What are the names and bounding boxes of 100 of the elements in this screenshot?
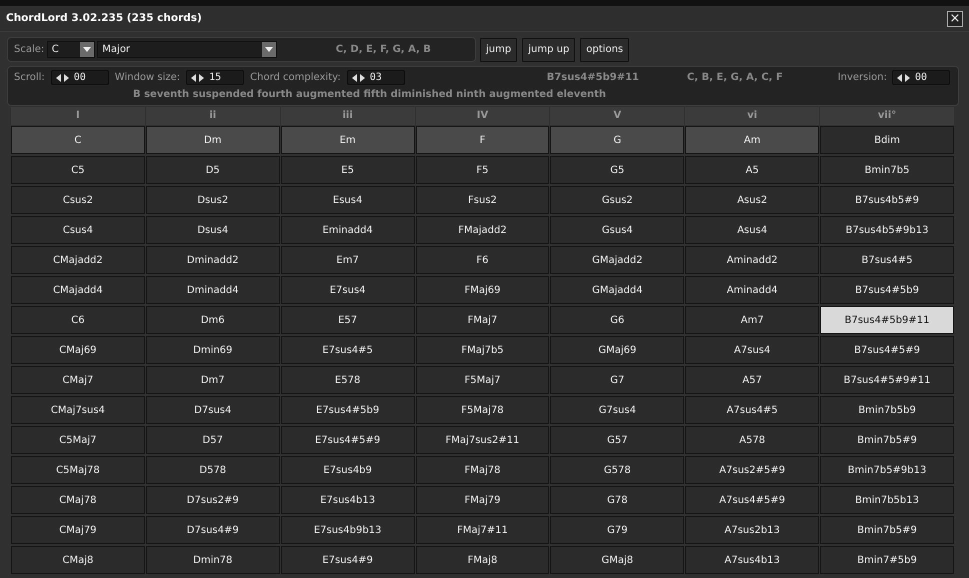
- chord-button[interactable]: D57: [146, 426, 280, 454]
- chord-button[interactable]: FMaj78: [416, 456, 550, 484]
- chord-button[interactable]: A578: [685, 426, 820, 454]
- chord-button[interactable]: C: [11, 126, 145, 154]
- chord-button[interactable]: G7: [550, 366, 684, 394]
- spin-arrows-icon[interactable]: [56, 74, 69, 82]
- chord-button[interactable]: E57: [280, 306, 415, 334]
- inversion-spinner[interactable]: 00: [892, 70, 950, 85]
- chord-button[interactable]: B7sus4#5#9#11: [820, 366, 954, 394]
- chord-button[interactable]: E7sus4b9: [280, 456, 415, 484]
- spin-arrows-icon[interactable]: [352, 74, 365, 82]
- chord-button[interactable]: B7sus4#5b9#11: [820, 306, 954, 334]
- chord-button[interactable]: GMajadd2: [550, 246, 684, 274]
- chord-button[interactable]: CMaj7: [11, 366, 145, 394]
- chord-button[interactable]: Bmin7b5b9: [820, 396, 954, 424]
- chord-button[interactable]: Csus2: [11, 186, 145, 214]
- chord-button[interactable]: A5: [685, 156, 820, 184]
- chord-button[interactable]: A7sus2b13: [685, 516, 820, 544]
- toolbar-button[interactable]: options: [580, 38, 630, 62]
- chord-button[interactable]: E7sus4b13: [280, 486, 415, 514]
- chord-button[interactable]: D7sus4: [146, 396, 280, 424]
- control-spinner[interactable]: 15: [186, 70, 244, 85]
- toolbar-button[interactable]: jump up: [522, 38, 576, 62]
- chord-button[interactable]: E7sus4#5b9: [280, 396, 415, 424]
- chord-button[interactable]: D7sus4#9: [146, 516, 280, 544]
- chord-button[interactable]: E5: [280, 156, 415, 184]
- chord-button[interactable]: Dsus2: [146, 186, 280, 214]
- spin-arrows-icon[interactable]: [191, 74, 204, 82]
- chord-button[interactable]: Em: [280, 126, 415, 154]
- chord-button[interactable]: B7sus4b5#9b13: [820, 216, 954, 244]
- chord-button[interactable]: Bmin7b5#9b13: [820, 456, 954, 484]
- chord-button[interactable]: Dmin69: [146, 336, 280, 364]
- chord-button[interactable]: A57: [685, 366, 820, 394]
- chord-button[interactable]: B7sus4#5: [820, 246, 954, 274]
- chord-button[interactable]: F5: [416, 156, 550, 184]
- chord-button[interactable]: A7sus4#5#9: [685, 486, 820, 514]
- chord-button[interactable]: Bmin7b5b13: [820, 486, 954, 514]
- chord-button[interactable]: FMaj7: [416, 306, 550, 334]
- spin-arrows-icon[interactable]: [897, 74, 910, 82]
- chord-button[interactable]: F: [416, 126, 550, 154]
- chord-button[interactable]: Asus4: [685, 216, 820, 244]
- chord-button[interactable]: Am7: [685, 306, 820, 334]
- control-spinner[interactable]: 03: [346, 70, 405, 85]
- chord-button[interactable]: A7sus2#5#9: [685, 456, 820, 484]
- chord-button[interactable]: F5Maj7: [416, 366, 550, 394]
- chord-button[interactable]: Dminadd2: [146, 246, 280, 274]
- chord-button[interactable]: Gsus4: [550, 216, 684, 244]
- chord-button[interactable]: FMaj7#11: [416, 516, 550, 544]
- chord-button[interactable]: F5Maj78: [416, 396, 550, 424]
- chord-button[interactable]: CMajadd2: [11, 246, 145, 274]
- chord-button[interactable]: Esus4: [280, 186, 415, 214]
- chord-button[interactable]: B7sus4#5b9: [820, 276, 954, 304]
- chord-button[interactable]: GMajadd4: [550, 276, 684, 304]
- control-spinner[interactable]: 00: [50, 70, 109, 85]
- root-dropdown[interactable]: C: [46, 41, 95, 58]
- chord-button[interactable]: C5Maj78: [11, 456, 145, 484]
- chord-button[interactable]: E578: [280, 366, 415, 394]
- chord-button[interactable]: E7sus4#5#9: [280, 426, 415, 454]
- chord-button[interactable]: C6: [11, 306, 145, 334]
- chord-button[interactable]: Gsus2: [550, 186, 684, 214]
- chord-button[interactable]: G578: [550, 456, 684, 484]
- toolbar-button[interactable]: jump: [480, 38, 518, 62]
- chord-button[interactable]: CMaj8: [11, 546, 145, 574]
- chord-button[interactable]: Bmin7b5: [820, 156, 954, 184]
- mode-dropdown[interactable]: Major: [97, 41, 278, 58]
- chord-button[interactable]: B7sus4b5#9: [820, 186, 954, 214]
- chord-button[interactable]: Eminadd4: [280, 216, 415, 244]
- chord-button[interactable]: Em7: [280, 246, 415, 274]
- chord-button[interactable]: G78: [550, 486, 684, 514]
- chord-button[interactable]: FMaj79: [416, 486, 550, 514]
- chord-button[interactable]: Csus4: [11, 216, 145, 244]
- chord-button[interactable]: Dminadd4: [146, 276, 280, 304]
- chord-button[interactable]: FMaj69: [416, 276, 550, 304]
- chord-button[interactable]: Asus2: [685, 186, 820, 214]
- chord-button[interactable]: Fsus2: [416, 186, 550, 214]
- chord-button[interactable]: CMaj79: [11, 516, 145, 544]
- chord-button[interactable]: G6: [550, 306, 684, 334]
- chord-button[interactable]: FMajadd2: [416, 216, 550, 244]
- chord-button[interactable]: CMajadd4: [11, 276, 145, 304]
- close-button[interactable]: ×: [947, 10, 963, 26]
- chord-button[interactable]: A7sus4b13: [685, 546, 820, 574]
- chord-button[interactable]: Bmin7#5b9: [820, 546, 954, 574]
- chord-button[interactable]: Bmin7b5#9: [820, 426, 954, 454]
- chord-button[interactable]: G: [550, 126, 684, 154]
- chord-button[interactable]: D578: [146, 456, 280, 484]
- chord-button[interactable]: E7sus4b9b13: [280, 516, 415, 544]
- chord-button[interactable]: F6: [416, 246, 550, 274]
- chord-button[interactable]: G57: [550, 426, 684, 454]
- chord-button[interactable]: B7sus4#5#9: [820, 336, 954, 364]
- chord-button[interactable]: FMaj8: [416, 546, 550, 574]
- chord-button[interactable]: Bmin7b5#9: [820, 516, 954, 544]
- chord-button[interactable]: C5Maj7: [11, 426, 145, 454]
- chord-button[interactable]: Bdim: [820, 126, 954, 154]
- chord-button[interactable]: Dsus4: [146, 216, 280, 244]
- chord-button[interactable]: E7sus4#5: [280, 336, 415, 364]
- chord-button[interactable]: A7sus4#5: [685, 396, 820, 424]
- chord-button[interactable]: FMaj7sus2#11: [416, 426, 550, 454]
- chord-button[interactable]: CMaj7sus4: [11, 396, 145, 424]
- chord-button[interactable]: Dmin78: [146, 546, 280, 574]
- chord-button[interactable]: D7sus2#9: [146, 486, 280, 514]
